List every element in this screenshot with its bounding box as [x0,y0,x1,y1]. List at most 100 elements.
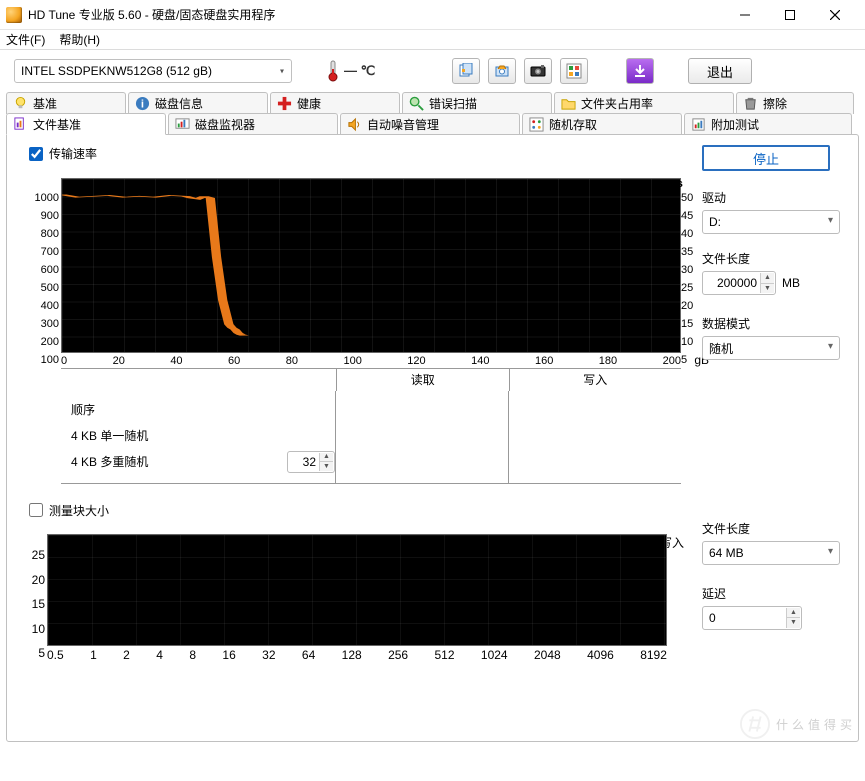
tab-speaker[interactable]: 自动噪音管理 [340,113,520,135]
drive-label: 驱动 [702,189,848,206]
tab-label: 擦除 [763,95,787,112]
tab-label: 随机存取 [549,116,597,133]
queue-depth-value: 32 [303,455,316,469]
queue-depth-spinner[interactable]: 32 ▲▼ [287,451,335,473]
file-length-unit: MB [782,276,800,290]
folder-icon [561,96,576,111]
temperature-value: — ℃ [344,63,375,79]
tab-info[interactable]: i磁盘信息 [128,92,268,114]
spinner-up-icon[interactable]: ▲ [760,273,774,284]
title-bar: HD Tune 专业版 5.60 - 硬盘/固态硬盘实用程序 [0,0,865,30]
file-length2-select[interactable]: 64 MB [702,541,840,565]
drive-select-value: D: [709,215,721,229]
tab-lightbulb[interactable]: 基准 [6,92,126,114]
save-screenshot-button[interactable] [524,58,552,84]
device-select-value: INTEL SSDPEKNW512G8 (512 gB) [21,64,212,78]
transfer-rate-checkbox[interactable]: 传输速率 [29,145,97,162]
info-icon: i [135,96,150,111]
svg-text:i: i [141,98,144,110]
window-title: HD Tune 专业版 5.60 - 硬盘/固态硬盘实用程序 [28,6,722,23]
blocksize-checkbox-input[interactable] [29,503,43,517]
transfer-rate-checkbox-input[interactable] [29,147,43,161]
tab-label: 附加测试 [711,116,759,133]
tab-label: 磁盘监视器 [195,116,255,133]
data-mode-label: 数据模式 [702,315,848,332]
lower-controls: 文件长度 64 MB 延迟 0 ▲▼ [702,502,848,663]
tab-label: 基准 [33,95,57,112]
delay-spinner[interactable]: 0 ▲▼ [702,606,802,630]
spinner-down-icon[interactable]: ▼ [760,284,774,294]
file-length-value: 200000 [717,276,757,290]
watermark: 什么值得买 [740,709,856,739]
drive-select[interactable]: D: [702,210,840,234]
tab-random[interactable]: 随机存取 [522,113,682,135]
random-icon [529,117,544,132]
watermark-text: 什么值得买 [776,716,856,733]
window-close-button[interactable] [812,1,857,29]
exit-button[interactable]: 退出 [688,58,752,84]
watermark-icon [740,709,770,739]
data-mode-select[interactable]: 随机 [702,336,840,360]
trash-icon [743,96,758,111]
tab-plus[interactable]: 健康 [270,92,400,114]
save-button[interactable] [626,58,654,84]
menu-bar: 文件(F) 帮助(H) [0,30,865,50]
delay-label: 延迟 [702,585,848,602]
tab-trash[interactable]: 擦除 [736,92,854,114]
monitor-icon [175,117,190,132]
lightbulb-icon [13,96,28,111]
delay-value: 0 [709,611,783,625]
extra-icon [691,117,706,132]
tab-panel-file-benchmark: 传输速率 1000900800700600500400300200100 MB/… [6,134,859,742]
upper-controls: 停止 驱动 D: 文件长度 200000 ▲▼ MB 数据模式 随机 [702,145,848,484]
spinner-down-icon[interactable]: ▼ [786,618,800,628]
toolbar: INTEL SSDPEKNW512G8 (512 gB) — ℃ 退出 [0,50,865,92]
results-table: 读取 写入 顺序 4 KB 单一随机 4 KB 多重随机 32 [61,368,681,484]
blocksize-chart: 252015105 MB/s 读取 写入 0.51248163264128256… [17,534,690,662]
spinner-up-icon[interactable]: ▲ [319,453,333,463]
file-benchmark-icon [13,117,28,132]
menu-help[interactable]: 帮助(H) [59,31,100,48]
results-header-read: 读取 [336,369,509,391]
tab-container: 基准 i磁盘信息 健康 错误扫描 文件夹占用率 擦除 文件基准 磁盘监视器 自动噪音管理 随机存… [0,92,865,742]
row-random-multi: 4 KB 多重随机 [71,453,148,470]
thermometer-icon [326,60,340,82]
spinner-down-icon[interactable]: ▼ [319,462,333,471]
file-length-label: 文件长度 [702,250,848,267]
data-mode-value: 随机 [709,340,733,357]
tab-label: 错误扫描 [429,95,477,112]
file-length2-label: 文件长度 [702,520,848,537]
row-random-single: 4 KB 单一随机 [71,423,335,449]
chart-y2-unit: ms [667,178,690,190]
chart-series-line [62,179,680,352]
window-maximize-button[interactable] [767,1,812,29]
plus-icon [277,96,292,111]
tab-file-benchmark[interactable]: 文件基准 [6,113,166,135]
device-select[interactable]: INTEL SSDPEKNW512G8 (512 gB) [14,59,292,83]
tab-label: 健康 [297,95,321,112]
transfer-rate-label: 传输速率 [49,145,97,162]
blocksize-label: 测量块大小 [49,502,109,519]
tab-extra[interactable]: 附加测试 [684,113,852,135]
window-minimize-button[interactable] [722,1,767,29]
app-icon [6,7,22,23]
options-button[interactable] [560,58,588,84]
tab-folder[interactable]: 文件夹占用率 [554,92,734,114]
blocksize-checkbox[interactable]: 测量块大小 [29,502,109,519]
copy-screenshot-button[interactable] [488,58,516,84]
temperature-display: — ℃ [326,60,396,82]
chart-plot-area [61,178,681,353]
copy-info-button[interactable] [452,58,480,84]
menu-file[interactable]: 文件(F) [6,31,45,48]
stop-button[interactable]: 停止 [702,145,830,171]
tab-magnifier[interactable]: 错误扫描 [402,92,552,114]
tab-monitor[interactable]: 磁盘监视器 [168,113,338,135]
tab-label: 自动噪音管理 [367,116,439,133]
spinner-up-icon[interactable]: ▲ [786,608,800,619]
tab-label: 文件夹占用率 [581,95,653,112]
file-length-spinner[interactable]: 200000 ▲▼ [702,271,776,295]
tab-label: 文件基准 [33,116,81,133]
results-header-write: 写入 [509,369,682,391]
file-length2-value: 64 MB [709,546,744,560]
magnifier-icon [409,96,424,111]
